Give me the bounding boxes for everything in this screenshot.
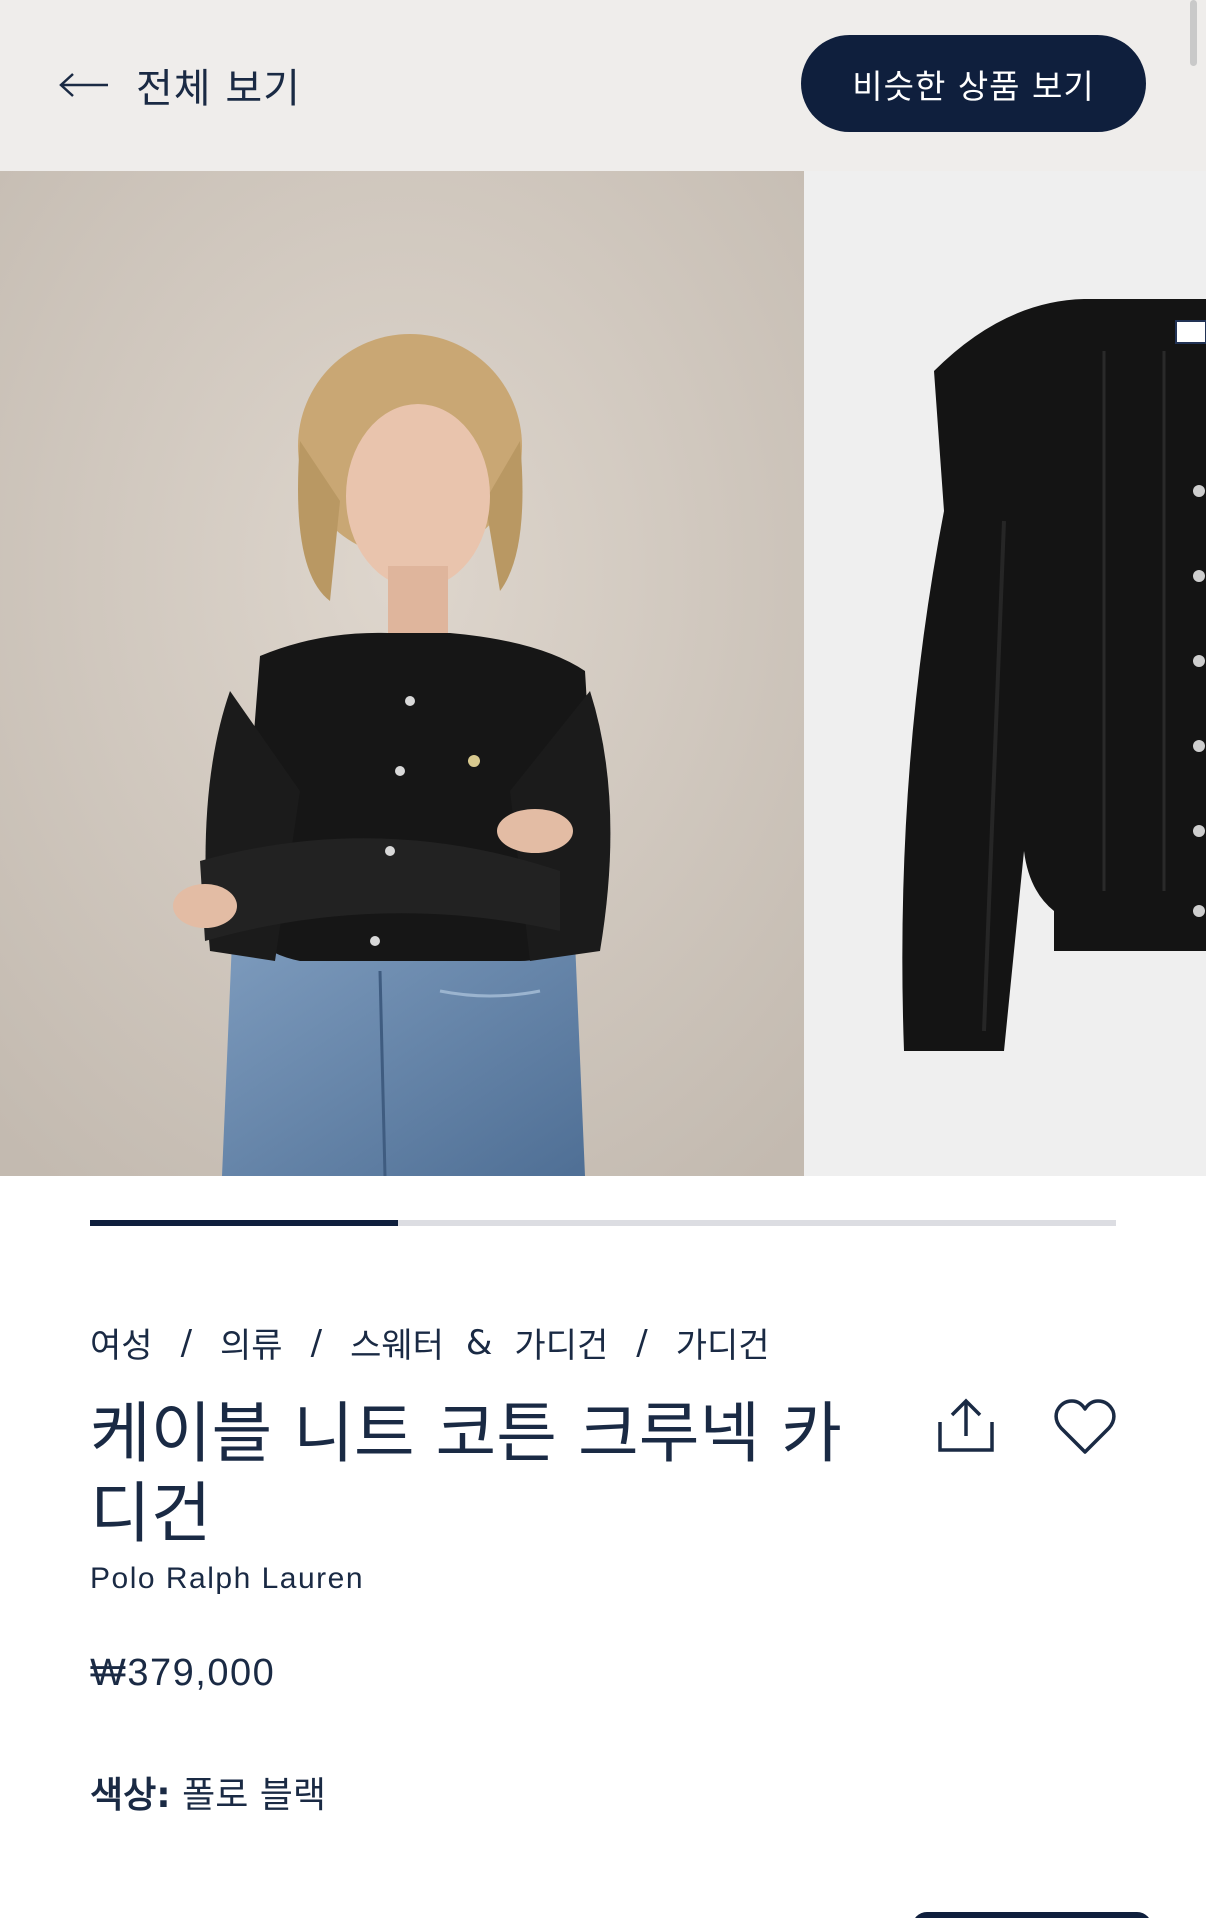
breadcrumb-cardigans[interactable]: 가디건 — [676, 1318, 770, 1367]
product-price: ₩379,000 — [90, 1652, 276, 1694]
breadcrumb-sweaters[interactable]: 스웨터 — [350, 1318, 444, 1367]
top-bar: 전체 보기 비슷한 상품 보기 — [0, 0, 1206, 171]
product-image-gallery[interactable] — [0, 171, 1206, 1176]
breadcrumb: 여성 / 의류 / 스웨터 & 가디건 / 가디건 — [90, 1318, 770, 1367]
breadcrumb-clothing[interactable]: 의류 — [220, 1318, 283, 1367]
favorite-button[interactable] — [1054, 1398, 1116, 1460]
gallery-progress-track — [90, 1220, 1116, 1226]
back-to-all-link[interactable]: 전체 보기 — [58, 56, 301, 114]
share-icon — [936, 1398, 996, 1458]
color-label: 색상: — [90, 1775, 171, 1816]
scrollbar-thumb[interactable] — [1190, 0, 1197, 66]
breadcrumb-separator: / — [180, 1322, 193, 1363]
brand-name: Polo Ralph Lauren — [90, 1562, 365, 1595]
gallery-progress-fill — [90, 1220, 398, 1226]
breadcrumb-cardigans-category[interactable]: 가디건 — [514, 1318, 608, 1367]
color-selection: 색상: 폴로 블랙 — [90, 1766, 326, 1818]
breadcrumb-separator: / — [310, 1322, 323, 1363]
breadcrumb-women[interactable]: 여성 — [90, 1318, 153, 1367]
add-to-bag-button-partial[interactable] — [912, 1912, 1152, 1918]
breadcrumb-ampersand: & — [465, 1322, 493, 1363]
back-label: 전체 보기 — [136, 66, 301, 112]
share-button[interactable] — [936, 1396, 996, 1458]
color-value: 폴로 블랙 — [182, 1775, 327, 1816]
model-photo[interactable] — [0, 171, 804, 1176]
breadcrumb-separator: / — [636, 1322, 648, 1363]
heart-icon — [1054, 1399, 1116, 1460]
view-similar-button[interactable]: 비슷한 상품 보기 — [801, 35, 1146, 132]
product-photo[interactable] — [804, 171, 1206, 1176]
arrow-left-icon — [58, 72, 110, 98]
product-title: 케이블 니트 코튼 크루넥 카디건 — [90, 1395, 842, 1552]
